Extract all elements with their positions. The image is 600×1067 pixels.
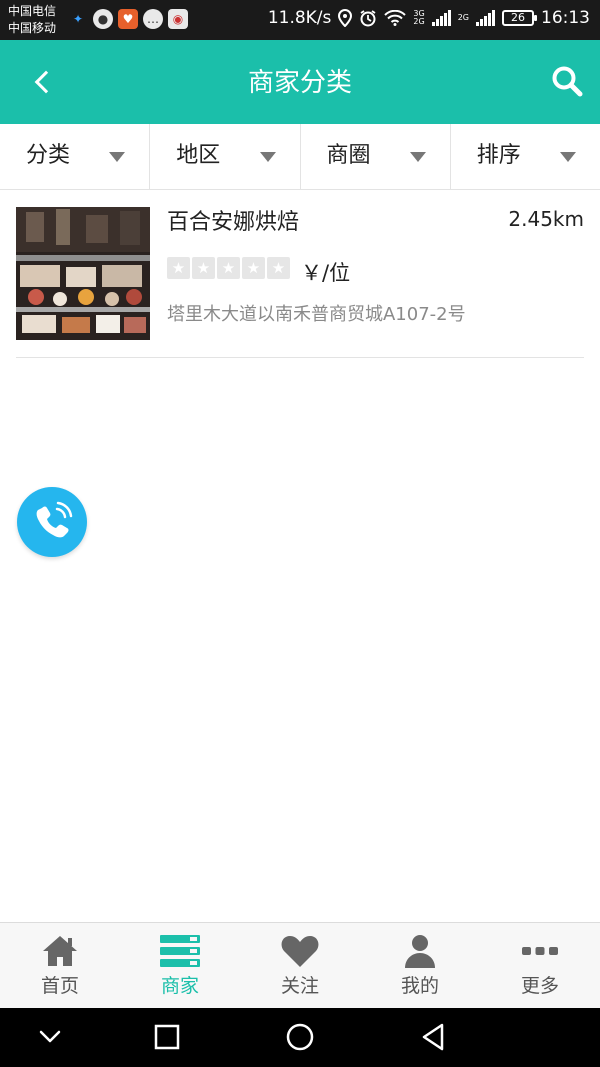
photo-notify-icon: ◉ bbox=[168, 9, 188, 29]
filter-label: 商圈 bbox=[326, 143, 371, 168]
caret-down-icon bbox=[409, 152, 426, 162]
shop-thumbnail bbox=[16, 207, 150, 340]
system-nav-bar bbox=[0, 1008, 600, 1067]
home-icon bbox=[43, 936, 77, 966]
caret-down-icon bbox=[109, 152, 126, 162]
filter-sort[interactable]: 排序 bbox=[451, 124, 600, 189]
battery-icon: 26 bbox=[502, 10, 537, 26]
shop-address: 塔里木大道以南禾普商贸城A107-2号 bbox=[167, 304, 466, 325]
star-icon: ★ bbox=[267, 257, 290, 279]
weibo-notify-icon: ♥ bbox=[118, 9, 138, 29]
filter-label: 排序 bbox=[476, 143, 521, 168]
clock: 16:13 bbox=[541, 8, 590, 28]
nav-label: 商家 bbox=[160, 975, 199, 997]
home-circle-icon[interactable] bbox=[283, 1020, 317, 1054]
star-icon: ★ bbox=[242, 257, 265, 279]
nav-stores[interactable]: 商家 bbox=[120, 923, 240, 1008]
network-speed: 11.8K/s bbox=[267, 8, 332, 28]
status-right: 11.8K/s 3G 2G 2G 26 16:13 bbox=[268, 8, 590, 28]
store-list-icon bbox=[160, 935, 200, 967]
filter-bar: 分类 地区 商圈 排序 bbox=[0, 124, 600, 190]
rating-stars: ★ ★ ★ ★ ★ bbox=[167, 257, 290, 279]
list-item[interactable]: 百合安娜烘焙 2.45km ★ ★ ★ ★ ★ ￥/位 塔里木大道以南禾普商贸城… bbox=[16, 190, 584, 358]
carrier-1: 中国电信 bbox=[8, 4, 57, 18]
heart-icon bbox=[281, 936, 319, 967]
call-button[interactable] bbox=[17, 487, 87, 557]
bottom-nav: 首页 商家 关注 我的 更多 bbox=[0, 922, 600, 1008]
filter-business-district[interactable]: 商圈 bbox=[301, 124, 451, 189]
net-type-2: 2G bbox=[457, 13, 469, 22]
back-triangle-icon[interactable] bbox=[416, 1020, 450, 1054]
filter-category[interactable]: 分类 bbox=[0, 124, 151, 189]
location-icon bbox=[338, 9, 353, 27]
message-notify-icon: … bbox=[143, 9, 163, 29]
nav-mine[interactable]: 我的 bbox=[360, 923, 480, 1008]
search-button[interactable] bbox=[550, 64, 584, 98]
alarm-icon bbox=[360, 10, 376, 27]
browser-notify-icon: ● bbox=[93, 9, 113, 29]
carrier-2: 中国移动 bbox=[8, 21, 57, 35]
search-icon bbox=[552, 66, 583, 97]
wifi-icon bbox=[384, 10, 407, 26]
nav-label: 更多 bbox=[520, 975, 559, 997]
phone-icon bbox=[36, 501, 73, 538]
distance: 2.45km bbox=[508, 207, 584, 231]
user-icon bbox=[405, 935, 435, 968]
filter-label: 分类 bbox=[26, 143, 71, 168]
app-notify-icon: ✦ bbox=[72, 12, 84, 26]
carrier-info: 中国电信 中国移动 bbox=[8, 3, 56, 37]
star-icon: ★ bbox=[167, 257, 190, 279]
price-per-person: ￥/位 bbox=[301, 261, 351, 285]
signal-icon-2 bbox=[476, 10, 495, 26]
net-type-1: 3G 2G bbox=[413, 9, 425, 26]
notification-icons: ✦ ● ♥ … ◉ bbox=[68, 9, 188, 29]
chevron-down-icon[interactable] bbox=[33, 1020, 67, 1054]
caret-down-icon bbox=[259, 152, 276, 162]
nav-follow[interactable]: 关注 bbox=[240, 923, 360, 1008]
status-bar: 中国电信 中国移动 ✦ ● ♥ … ◉ 11.8K/s 3G 2G 2G 26 1… bbox=[0, 0, 600, 40]
star-icon: ★ bbox=[192, 257, 215, 279]
nav-more[interactable]: 更多 bbox=[480, 923, 600, 1008]
recents-square-icon[interactable] bbox=[150, 1020, 184, 1054]
star-icon: ★ bbox=[217, 257, 240, 279]
nav-home[interactable]: 首页 bbox=[0, 923, 120, 1008]
caret-down-icon bbox=[560, 152, 576, 162]
nav-label: 我的 bbox=[400, 975, 439, 997]
shop-name: 百合安娜烘焙 bbox=[167, 210, 300, 235]
signal-icon-1 bbox=[431, 10, 451, 26]
more-dots-icon bbox=[522, 947, 558, 955]
nav-label: 关注 bbox=[280, 975, 319, 997]
filter-region[interactable]: 地区 bbox=[150, 124, 301, 189]
filter-label: 地区 bbox=[176, 143, 221, 168]
app-header: 商家分类 bbox=[0, 40, 600, 124]
page-title: 商家分类 bbox=[247, 68, 352, 98]
nav-label: 首页 bbox=[40, 975, 79, 997]
